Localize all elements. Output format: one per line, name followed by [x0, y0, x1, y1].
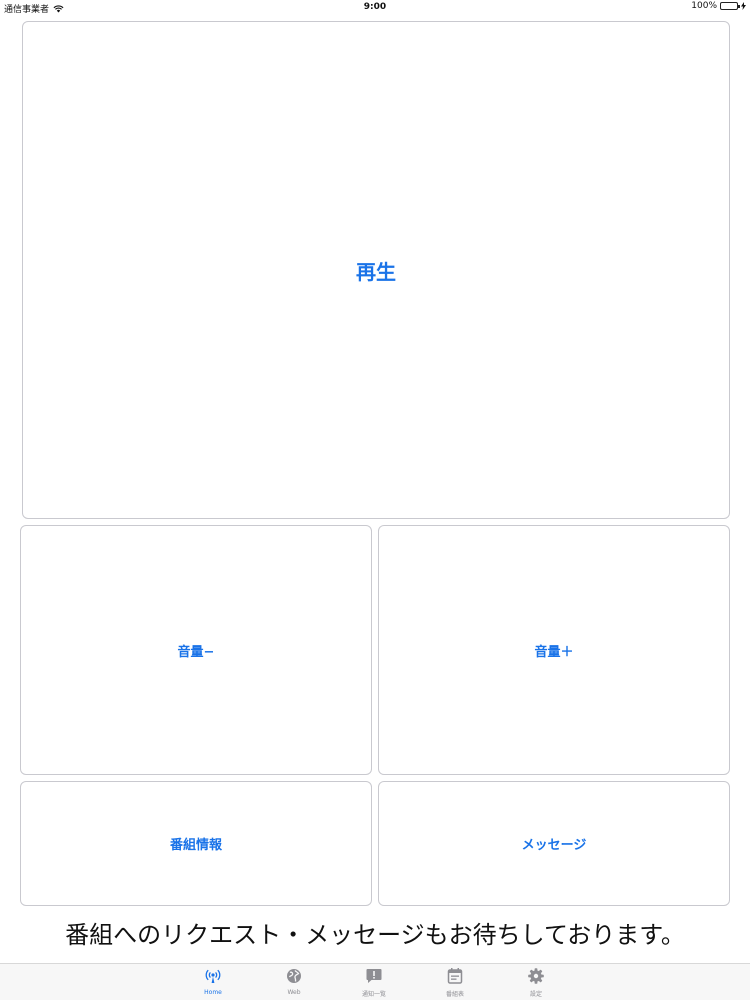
- status-bar: 通信事業者 9:00 100%: [0, 0, 750, 15]
- battery-icon: [720, 2, 740, 10]
- battery-percent: 100%: [691, 1, 717, 11]
- tab-settings[interactable]: 設定: [506, 967, 566, 998]
- battery-group: 100%: [691, 1, 746, 11]
- tab-notifications[interactable]: 通知一覧: [344, 967, 404, 998]
- gear-icon: [528, 968, 544, 984]
- tab-web[interactable]: Web: [264, 967, 324, 996]
- tab-web-label: Web: [287, 989, 301, 996]
- tab-home-label: Home: [204, 989, 222, 996]
- volume-up-label: 音量＋: [534, 644, 574, 660]
- charging-bolt-icon: [741, 2, 746, 10]
- tab-schedule-label: 番組表: [445, 991, 464, 998]
- message-button[interactable]: メッセージ: [378, 781, 730, 906]
- tab-bar: Home Web 通知一覧 番組表 設定: [0, 963, 750, 1000]
- tab-settings-label: 設定: [529, 991, 542, 998]
- tab-home[interactable]: Home: [183, 967, 243, 996]
- program-info-label: 番組情報: [169, 838, 222, 853]
- volume-up-button[interactable]: 音量＋: [378, 525, 730, 775]
- play-button-label: 再生: [356, 259, 396, 284]
- volume-down-label: 音量−: [177, 644, 215, 660]
- message-label: メッセージ: [521, 838, 587, 853]
- globe-icon: [287, 969, 301, 983]
- volume-down-button[interactable]: 音量−: [20, 525, 372, 775]
- clock: 9:00: [363, 2, 387, 12]
- calendar-icon: [447, 968, 463, 984]
- tab-notifications-label: 通知一覧: [361, 991, 386, 998]
- broadcast-icon: [205, 969, 221, 983]
- program-info-button[interactable]: 番組情報: [20, 781, 372, 906]
- message-alert-icon: [366, 969, 382, 983]
- play-button[interactable]: 再生: [22, 21, 730, 519]
- notice-text: 番組へのリクエスト・メッセージもお待ちしております。: [65, 921, 685, 949]
- tab-schedule[interactable]: 番組表: [425, 967, 485, 998]
